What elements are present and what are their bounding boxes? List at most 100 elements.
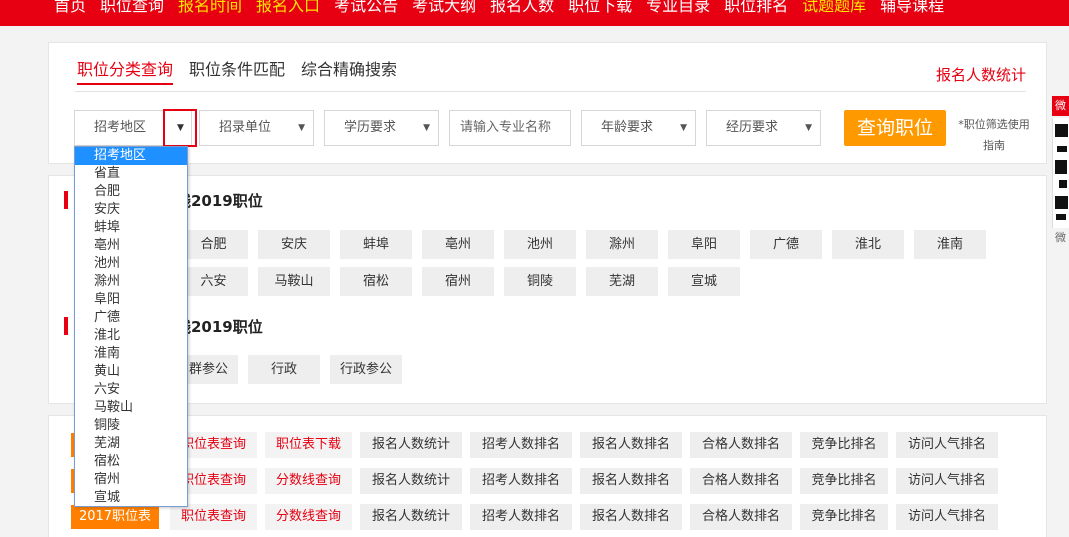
position-tag[interactable]: 马鞍山 [258,267,330,296]
dropdown-option[interactable]: 宿州 [75,471,187,489]
dropdown-option[interactable]: 芜湖 [75,435,187,453]
position-tag[interactable]: 亳州 [422,230,494,259]
dropdown-option[interactable]: 阜阳 [75,291,187,309]
nav-item[interactable]: 首页 [54,0,86,20]
dropdown-option[interactable]: 马鞍山 [75,399,187,417]
section-marker [64,191,68,209]
nav-item[interactable]: 考试大纲 [412,0,476,20]
quick-link[interactable]: 招考人数排名 [470,432,572,458]
position-tag[interactable]: 铜陵 [504,267,576,296]
position-tag[interactable]: 池州 [504,230,576,259]
top-nav-items: 首页 职位查询 报名时间 报名入口 考试公告 考试大纲 报名人数 职位下载 专业目录 职位排名 试题… [54,0,958,20]
region-select-toggle[interactable]: ▼ [163,109,197,147]
position-tag[interactable]: 阜阳 [668,230,740,259]
search-panel: 职位分类查询 职位条件匹配 综合精确搜索 报名人数统计 招考地区 ▼ 招录单位 … [48,42,1047,164]
experience-select[interactable]: 经历要求 ▼ [706,110,821,146]
tab-precise-search[interactable]: 综合精确搜索 [301,57,397,85]
dropdown-option[interactable]: 池州 [75,255,187,273]
quick-link[interactable]: 访问人气排名 [896,504,998,530]
qr-code-icon [1052,118,1069,228]
major-input[interactable]: 请输入专业名称 [449,110,571,146]
nav-item[interactable]: 报名人数 [490,0,554,20]
query-positions-button[interactable]: 查询职位 [844,110,946,146]
nav-item[interactable]: 辅导课程 [880,0,944,20]
dropdown-option[interactable]: 安庆 [75,201,187,219]
age-select-value: 年龄要求 [601,120,654,135]
nav-item[interactable]: 报名入口 [256,0,320,20]
position-tag[interactable]: 淮北 [832,230,904,259]
education-select[interactable]: 学历要求 ▼ [324,110,439,146]
chevron-down-icon: ▼ [298,123,305,133]
quick-link[interactable]: 合格人数排名 [690,432,792,458]
quick-link[interactable]: 竞争比排名 [800,432,888,458]
nav-item[interactable]: 职位排名 [724,0,788,20]
quick-link[interactable]: 访问人气排名 [896,468,998,494]
nav-item[interactable]: 专业目录 [646,0,710,20]
dropdown-option[interactable]: 铜陵 [75,417,187,435]
quick-link[interactable]: 合格人数排名 [690,468,792,494]
nav-item[interactable]: 试题题库 [802,0,866,20]
dropdown-option[interactable]: 省直 [75,165,187,183]
quick-link[interactable]: 竞争比排名 [800,468,888,494]
quick-link[interactable]: 访问人气排名 [896,432,998,458]
quick-link[interactable]: 分数线查询 [265,504,352,530]
position-tag[interactable]: 行政 [248,355,320,384]
quick-link[interactable]: 报名人数统计 [360,432,462,458]
quick-link[interactable]: 职位表下载 [265,432,352,458]
dropdown-option[interactable]: 招考地区 [75,147,187,165]
quick-link[interactable]: 招考人数排名 [470,468,572,494]
chevron-down-icon: ▼ [805,123,812,133]
position-tag[interactable]: 蚌埠 [340,230,412,259]
nav-item[interactable]: 考试公告 [334,0,398,20]
dropdown-option[interactable]: 蚌埠 [75,219,187,237]
quick-link[interactable]: 报名人数排名 [580,432,682,458]
quick-link[interactable]: 报名人数统计 [360,504,462,530]
position-tag[interactable]: 安庆 [258,230,330,259]
region-dropdown-list[interactable]: 招考地区 省直 合肥 安庆 蚌埠 亳州 池州 滁州 阜阳 广德 淮北 淮南 黄山 六安 马鞍山 铜陵 芜湖 宿松宿… [74,146,188,507]
quick-link[interactable]: 合格人数排名 [690,504,792,530]
position-tag[interactable]: 芜湖 [586,267,658,296]
nav-item[interactable]: 职位查询 [100,0,164,20]
quick-link[interactable]: 报名人数排名 [580,468,682,494]
dropdown-option[interactable]: 淮北 [75,327,187,345]
dropdown-option[interactable]: 黄山 [75,363,187,381]
tab-condition-match[interactable]: 职位条件匹配 [189,57,285,85]
quick-link[interactable]: 报名人数排名 [580,504,682,530]
quick-link[interactable]: 招考人数排名 [470,504,572,530]
registration-stats-link[interactable]: 报名人数统计 [936,64,1026,85]
position-tag[interactable]: 宣城 [668,267,740,296]
position-tag[interactable]: 淮南 [914,230,986,259]
position-tag[interactable]: 宿州 [422,267,494,296]
position-tag[interactable]: 广德 [750,230,822,259]
quick-link[interactable]: 竞争比排名 [800,504,888,530]
nav-item[interactable]: 报名时间 [178,0,242,20]
position-tag[interactable]: 宿松 [340,267,412,296]
dropdown-option[interactable]: 合肥 [75,183,187,201]
dropdown-option[interactable]: 滁州 [75,273,187,291]
position-tag[interactable]: 滁州 [586,230,658,259]
tabs-divider [75,91,1026,92]
nav-item[interactable]: 职位下载 [568,0,632,20]
quick-link[interactable]: 职位表查询 [170,504,257,530]
row-label[interactable]: 2017职位表 [71,505,159,529]
dropdown-option[interactable]: 广德 [75,309,187,327]
position-tag[interactable]: 行政参公 [330,355,402,384]
age-select[interactable]: 年龄要求 ▼ [581,110,696,146]
chevron-down-icon: ▼ [177,123,184,133]
major-input-placeholder: 请输入专业名称 [460,120,552,135]
dropdown-option[interactable]: 六安 [75,381,187,399]
unit-select[interactable]: 招录单位 ▼ [199,110,314,146]
dropdown-option[interactable]: 宣城 [75,489,187,507]
position-tag[interactable]: 六安 [179,267,248,296]
qr-caption: 微 [1055,231,1066,244]
tab-category-query[interactable]: 职位分类查询 [77,57,174,85]
dropdown-option[interactable]: 淮南 [75,345,187,363]
region-select[interactable]: 招考地区 ▼ [74,109,197,147]
filter-guide-link[interactable]: *职位筛选使用指南 [957,114,1031,156]
quick-link[interactable]: 报名人数统计 [360,468,462,494]
dropdown-option[interactable]: 宿松 [75,453,187,471]
quick-link[interactable]: 分数线查询 [265,468,352,494]
position-tag[interactable]: 合肥 [179,230,248,259]
wechat-badge[interactable]: 微 [1052,96,1069,116]
dropdown-option[interactable]: 亳州 [75,237,187,255]
